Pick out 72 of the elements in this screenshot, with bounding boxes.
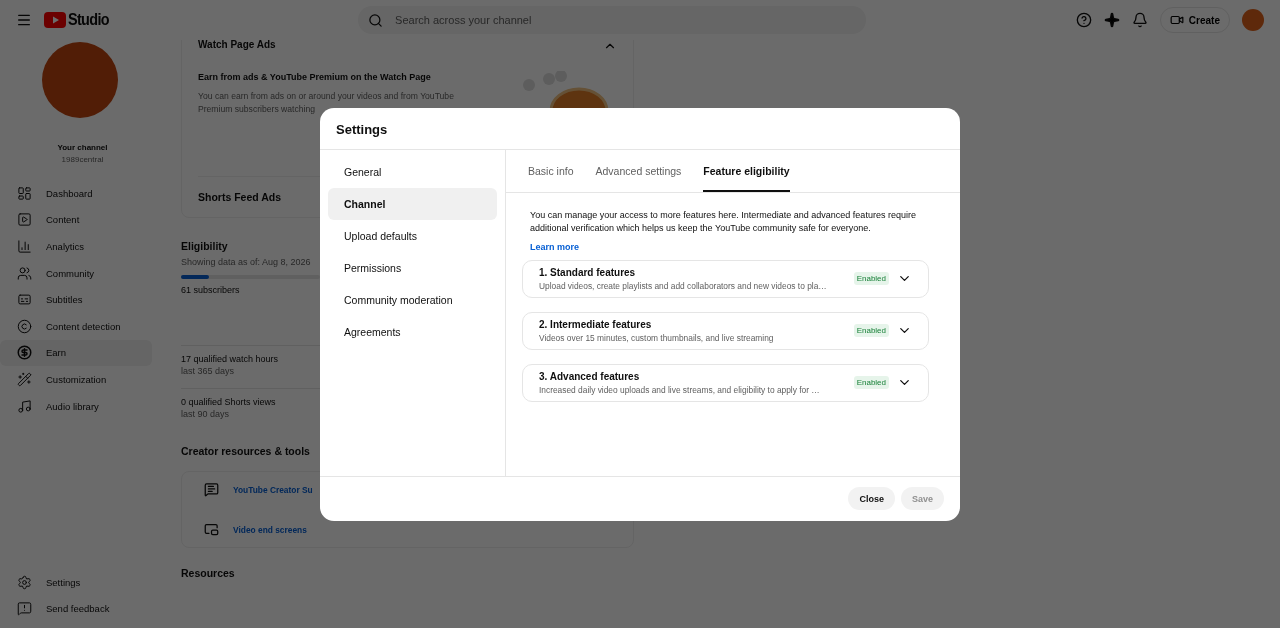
status-badge: Enabled bbox=[853, 272, 889, 285]
channel-handle: 1989central bbox=[60, 155, 105, 164]
search-icon[interactable] bbox=[368, 12, 384, 28]
resource-link[interactable]: Video end screens bbox=[233, 524, 307, 535]
people-icon bbox=[17, 265, 32, 281]
logo-text[interactable]: Studio bbox=[68, 10, 109, 30]
search-input[interactable]: Search across your channel bbox=[393, 13, 857, 27]
menu-icon[interactable] bbox=[16, 12, 32, 28]
nav-item[interactable]: Community bbox=[0, 259, 152, 287]
nav-item[interactable]: Customization bbox=[0, 366, 152, 393]
settings-nav-item[interactable]: Community moderation bbox=[328, 283, 497, 316]
nav-item[interactable]: Dashboard bbox=[0, 180, 152, 207]
chat-icon bbox=[204, 482, 219, 497]
magic-wand-icon bbox=[17, 371, 32, 387]
create-button[interactable]: Create bbox=[1159, 7, 1230, 33]
nav-item[interactable]: Subtitles bbox=[0, 286, 152, 313]
search-bar[interactable]: Search across your channel bbox=[358, 6, 867, 34]
music-icon bbox=[17, 398, 32, 414]
subscribers-count: 61 subscribers bbox=[181, 285, 240, 295]
chart-icon bbox=[17, 239, 32, 254]
play-logo-icon[interactable] bbox=[44, 12, 66, 28]
feature-card[interactable]: 2. Intermediate features Videos over 15 minutes, custom thumbnails, and live streaming Enabled bbox=[522, 311, 929, 350]
settings-nav-item[interactable]: Permissions bbox=[328, 251, 497, 284]
nav-item[interactable]: Send feedback bbox=[0, 595, 152, 622]
settings-nav-item[interactable]: Agreements bbox=[328, 315, 497, 348]
sparkle-icon[interactable] bbox=[1103, 12, 1120, 28]
learn-more-link[interactable]: Learn more bbox=[530, 241, 580, 252]
nav-item[interactable]: Analytics bbox=[0, 233, 152, 260]
shorts-views: 0 qualified Shorts views bbox=[181, 397, 276, 407]
nav-item[interactable]: Settings bbox=[0, 568, 152, 596]
avatar[interactable] bbox=[1242, 9, 1264, 31]
period-text: last 365 days bbox=[181, 366, 235, 376]
tab[interactable]: Feature eligibility bbox=[703, 149, 790, 192]
dashboard-icon bbox=[17, 185, 32, 201]
end-screen-icon bbox=[204, 522, 219, 537]
dialog-title: Settings bbox=[320, 107, 960, 150]
section-title: Eligibility bbox=[181, 240, 228, 252]
feature-description: Upload videos, create playlists and add collaborators and new videos to pla… bbox=[539, 280, 828, 291]
help-icon[interactable] bbox=[1075, 12, 1092, 28]
feature-description: Increased daily video uploads and live streams, and eligibility to apply for … bbox=[539, 384, 821, 395]
feedback-icon bbox=[17, 601, 32, 617]
dollar-icon bbox=[17, 345, 32, 361]
channel-label: Your channel bbox=[56, 143, 109, 152]
nav-item[interactable]: Content bbox=[0, 206, 152, 234]
dialog-button[interactable]: Close bbox=[848, 487, 895, 510]
feature-card[interactable]: 3. Advanced features Increased daily video uploads and live streams, and eligibility to apply for … Enabled bbox=[522, 363, 929, 402]
card-description: Premium subscribers watching bbox=[198, 103, 316, 116]
nav-item[interactable]: Content detection bbox=[0, 312, 152, 340]
bell-icon[interactable] bbox=[1131, 12, 1148, 28]
feature-title: 2. Intermediate features bbox=[539, 318, 653, 330]
card-heading: Earn from ads & YouTube Premium on the Watch Page bbox=[198, 72, 432, 82]
status-badge: Enabled bbox=[853, 376, 889, 389]
copyright-icon bbox=[17, 318, 32, 334]
feature-title: 3. Advanced features bbox=[539, 370, 641, 382]
settings-nav-item[interactable]: Channel bbox=[328, 187, 497, 220]
resource-link[interactable]: YouTube Creator Su bbox=[233, 484, 313, 495]
watch-hours: 17 qualified watch hours bbox=[181, 354, 279, 364]
feature-title: 1. Standard features bbox=[539, 266, 637, 278]
settings-nav-item[interactable]: Upload defaults bbox=[328, 219, 497, 252]
video-plus-icon bbox=[1169, 13, 1184, 27]
status-badge: Enabled bbox=[853, 324, 889, 337]
section-title: Creator resources & tools bbox=[181, 445, 310, 457]
feature-description: Videos over 15 minutes, custom thumbnails, and live streaming bbox=[539, 332, 775, 343]
settings-icon bbox=[17, 574, 32, 590]
nav-item[interactable]: Earn bbox=[0, 339, 152, 367]
video-icon bbox=[17, 212, 32, 228]
subtitles-icon bbox=[17, 292, 32, 308]
card-title: Watch Page Ads bbox=[198, 39, 276, 52]
feature-card[interactable]: 1. Standard features Upload videos, create playlists and add collaborators and new videos to pla… Enabled bbox=[522, 259, 929, 298]
nav-item[interactable]: Audio library bbox=[0, 392, 152, 420]
period-text: last 90 days bbox=[181, 409, 230, 419]
section-title: Resources bbox=[181, 567, 235, 579]
